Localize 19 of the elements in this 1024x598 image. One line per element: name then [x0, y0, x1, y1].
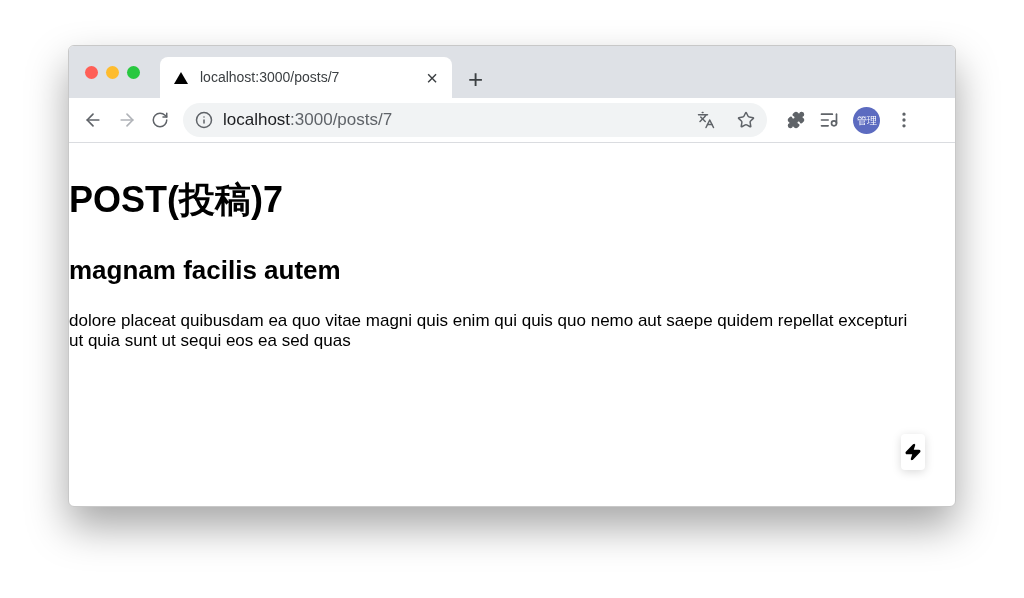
profile-avatar[interactable]: 管理	[853, 106, 880, 134]
info-icon	[195, 111, 213, 129]
reload-icon[interactable]	[151, 111, 169, 129]
lightning-button[interactable]	[901, 434, 925, 470]
bookmark-star-icon[interactable]	[737, 111, 755, 129]
address-bar[interactable]: localhost:3000/posts/7	[183, 103, 767, 137]
post-title: magnam facilis autem	[69, 254, 342, 287]
tab-close-button[interactable]: ×	[426, 67, 438, 88]
page-title: POST(投稿)7	[69, 178, 284, 222]
triangle-icon	[174, 71, 188, 84]
lightning-icon	[904, 443, 922, 461]
tab-title: localhost:3000/posts/7	[200, 68, 341, 87]
post-body: dolore placeat quibusdam ea quo vitae magni quis enim qui quis quo nemo aut saepe quidem repellat excepturi ut quia sunt ut sequi eos ea sed quas	[69, 310, 909, 352]
browser-tab[interactable]: localhost:3000/posts/7 ×	[160, 57, 452, 98]
extensions-icon[interactable]	[787, 111, 805, 129]
translate-icon[interactable]	[697, 111, 715, 129]
media-controls-icon[interactable]	[819, 110, 839, 130]
new-tab-button[interactable]: +	[468, 66, 484, 92]
url-text: localhost:3000/posts/7	[223, 109, 394, 132]
